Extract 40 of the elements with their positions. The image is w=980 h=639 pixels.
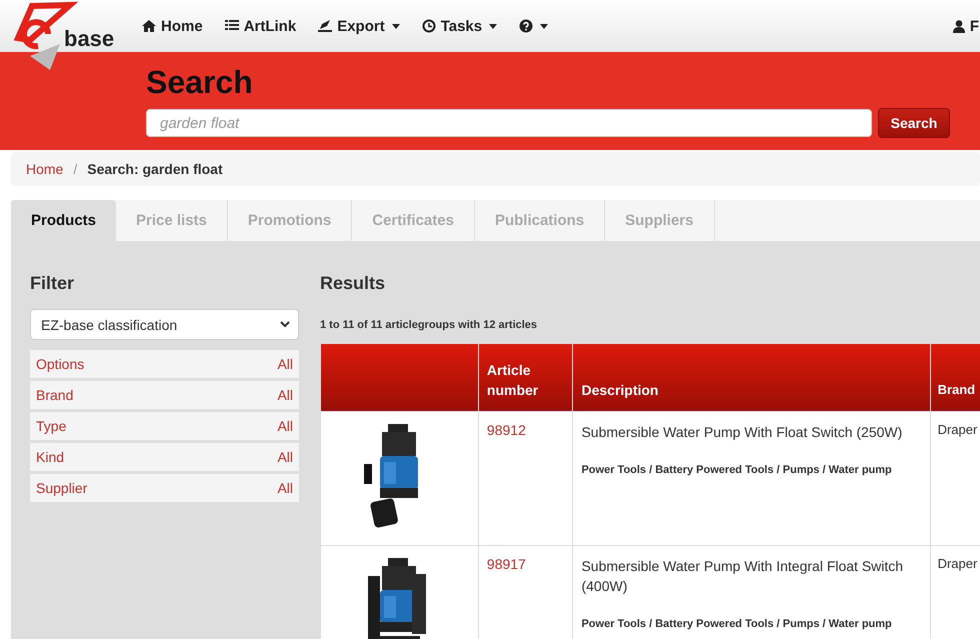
filter-row[interactable]: Kind All [30, 443, 299, 471]
product-description: Submersible Water Pump With Integral Float Switch (400W) [581, 557, 904, 596]
pen-icon [318, 19, 332, 33]
category-path: Power Tools / Battery Powered Tools / Pumps / Water pump [581, 464, 893, 476]
filter-heading: Filter [30, 273, 76, 295]
help-icon [519, 19, 534, 33]
breadcrumb-separator: / [73, 161, 78, 177]
page-title: Search [146, 64, 254, 100]
nav-menu-item[interactable]: Export [318, 18, 400, 34]
article-link[interactable]: 98917 [486, 556, 526, 572]
search-field[interactable]: garden float [146, 109, 872, 137]
filter-row[interactable]: Supplier All [30, 474, 299, 502]
nav-menu-item[interactable]: ArtLink [224, 18, 296, 34]
filter-row[interactable]: Brand All [30, 381, 299, 409]
breadcrumb-current: Search: garden float [87, 161, 223, 177]
chevron-icon [280, 321, 290, 328]
clock-icon [422, 19, 436, 33]
category-path: Power Tools / Battery Powered Tools / Pumps / Water pump [581, 618, 893, 630]
home-icon [142, 19, 156, 33]
article-link[interactable]: 98912 [486, 422, 526, 438]
results-summary: 1 to 11 of 11 articlegroups with 12 articles [320, 319, 538, 331]
filter-row[interactable]: Type All [30, 412, 299, 440]
column-header: Description [572, 344, 930, 412]
breadcrumb-link[interactable]: Home [26, 161, 64, 177]
user-menu[interactable]: F [952, 18, 979, 34]
filter-row[interactable]: Options All [30, 350, 299, 378]
nav-menu-item[interactable] [519, 18, 548, 34]
brand-text: Draper [938, 556, 978, 571]
product-description: Submersible Water Pump With Float Switch (250W) [581, 423, 904, 442]
column-header: Article number [478, 344, 573, 412]
tab[interactable]: Products [11, 200, 116, 241]
nav-menu-item[interactable]: Tasks [422, 18, 498, 34]
brand-text: Draper [938, 422, 978, 437]
classification-dropdown[interactable]: EZ-base classification [30, 309, 299, 340]
nav-menu-item[interactable]: Home [142, 18, 203, 34]
column-header: Brand [930, 344, 980, 412]
list-icon [224, 19, 239, 33]
results-heading: Results [320, 273, 386, 295]
user-icon [952, 20, 965, 32]
search-button[interactable]: Search [878, 108, 950, 138]
